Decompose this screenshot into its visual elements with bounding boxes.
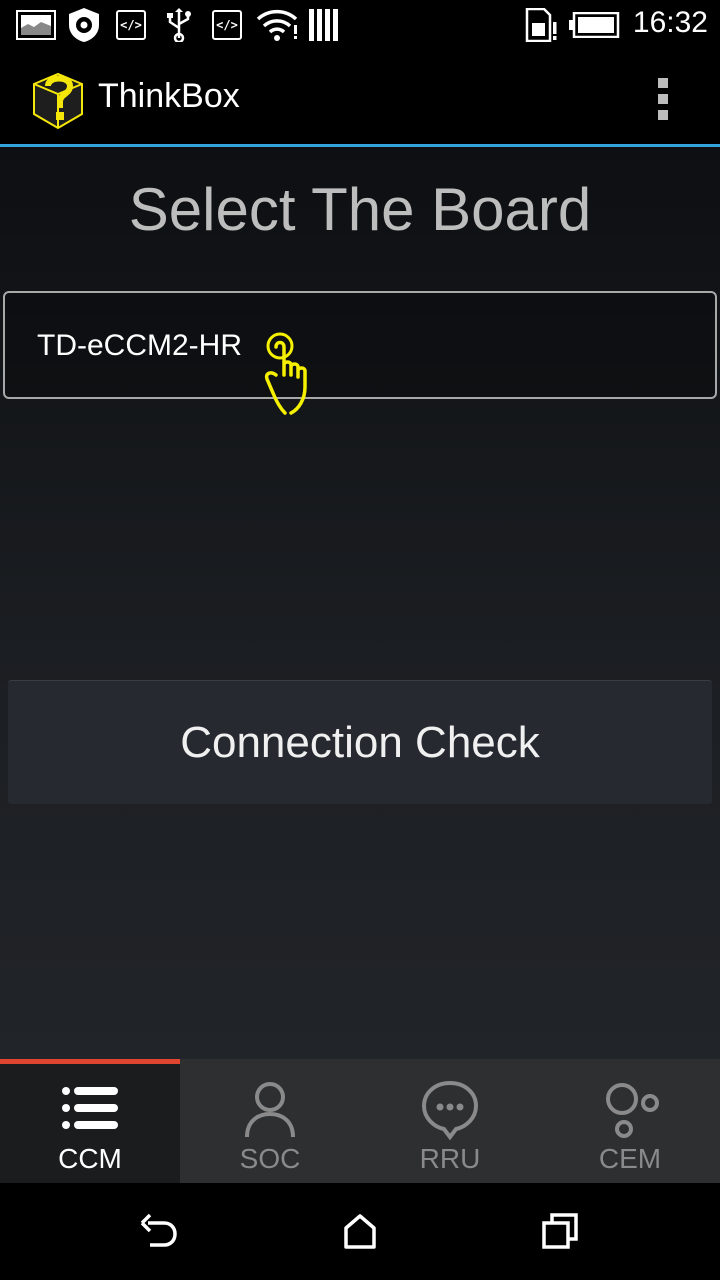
- recents-icon[interactable]: [540, 1211, 580, 1251]
- bottom-tab-bar: CCM SOC RRU CEM: [0, 1059, 720, 1183]
- tab-rru[interactable]: RRU: [360, 1059, 540, 1183]
- person-icon: [245, 1082, 295, 1138]
- connection-check-button[interactable]: Connection Check: [8, 680, 712, 804]
- board-select[interactable]: TD-eCCM2-HR: [3, 291, 717, 415]
- more-vert-icon[interactable]: [656, 78, 670, 120]
- circles-icon: [606, 1083, 659, 1138]
- tap-hand-icon: [253, 329, 323, 419]
- image-icon: [16, 9, 56, 41]
- chat-bubble-icon: [421, 1080, 479, 1141]
- home-icon[interactable]: [340, 1211, 380, 1251]
- tab-label: CEM: [598, 1143, 662, 1174]
- battery-icon: [568, 9, 620, 41]
- thinkbox-logo-icon[interactable]: [30, 70, 86, 130]
- tab-cem[interactable]: CEM: [540, 1059, 720, 1183]
- app-title: ThinkBox: [98, 77, 240, 115]
- wifi-icon: [256, 9, 298, 41]
- board-select-value: TD-eCCM2-HR: [37, 329, 242, 362]
- system-nav-bar: [0, 1183, 720, 1280]
- back-icon[interactable]: [138, 1211, 178, 1251]
- clock: 16:32: [632, 6, 708, 39]
- code-icon: </>: [116, 9, 146, 41]
- signal-bars-icon: [308, 9, 340, 41]
- tab-label: CCM: [58, 1143, 122, 1174]
- status-bar: </> </> 16:32: [0, 0, 720, 50]
- tab-soc[interactable]: SOC: [180, 1059, 360, 1183]
- page-title: Select The Board: [128, 176, 592, 243]
- tab-ccm[interactable]: CCM: [0, 1059, 180, 1183]
- usb-icon: [164, 8, 194, 42]
- main-content: Select The Board TD-eCCM2-HR Connection …: [0, 147, 720, 1059]
- list-icon: [62, 1087, 118, 1129]
- tab-label: SOC: [239, 1143, 301, 1174]
- sim-alert-icon: [524, 8, 560, 42]
- tab-label: RRU: [419, 1143, 481, 1174]
- settings-shield-icon: [66, 8, 102, 42]
- code-icon: </>: [212, 9, 242, 41]
